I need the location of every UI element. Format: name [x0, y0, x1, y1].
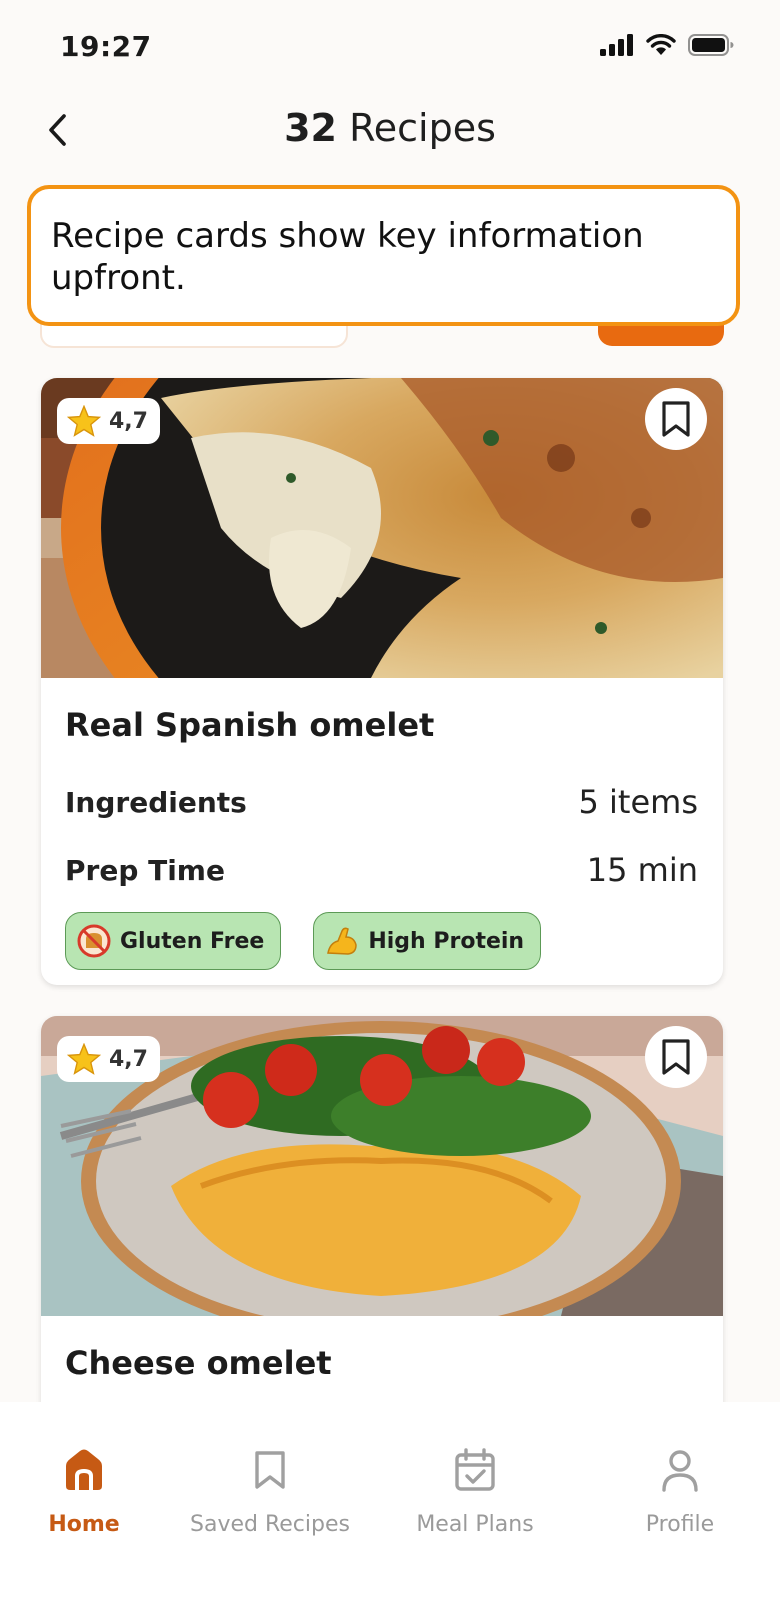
- recipe-image: 4,7: [41, 378, 723, 678]
- bottom-nav: Home Saved Recipes Meal Plans Profile: [0, 1402, 780, 1600]
- nav-label: Saved Recipes: [190, 1512, 350, 1537]
- ingredients-value: 5 items: [578, 783, 699, 821]
- tag-label: Gluten Free: [120, 928, 265, 954]
- nav-item-home[interactable]: Home: [0, 1446, 184, 1537]
- rating-badge: 4,7: [57, 398, 160, 444]
- prep-time-row: Prep Time 15 min: [65, 836, 698, 904]
- rating-value: 4,7: [109, 408, 148, 434]
- recipe-card[interactable]: 4,7 Real Spanish omelet Ingredients 5 it…: [41, 378, 723, 985]
- no-bread-icon: [76, 923, 112, 959]
- nav-label: Profile: [645, 1512, 715, 1537]
- rating-badge: 4,7: [57, 1036, 160, 1082]
- star-icon: [67, 405, 101, 437]
- prep-time-label: Prep Time: [65, 853, 225, 887]
- nav-label: Home: [48, 1512, 120, 1537]
- prep-time-value: 15 min: [586, 851, 698, 889]
- bookmark-button[interactable]: [645, 388, 707, 450]
- tutorial-callout: Recipe cards show key information upfron…: [27, 185, 740, 326]
- status-time: 19:27: [60, 30, 152, 63]
- recipe-card-body: Real Spanish omelet Ingredients 5 items …: [41, 678, 723, 970]
- bookmark-icon: [662, 401, 690, 437]
- page-title: 32 Recipes: [0, 106, 780, 150]
- rating-value: 4,7: [109, 1046, 148, 1072]
- bookmark-icon: [662, 1039, 690, 1075]
- recipe-count: 32: [284, 106, 337, 150]
- star-icon: [67, 1043, 101, 1075]
- header: 32 Recipes: [0, 96, 780, 166]
- tag-high-protein[interactable]: High Protein: [313, 912, 542, 970]
- calendar-check-icon: [375, 1446, 575, 1494]
- ingredients-row: Ingredients 5 items: [65, 768, 698, 836]
- signal-icon: [600, 34, 633, 56]
- flexed-arm-icon: [324, 923, 360, 959]
- bookmark-button[interactable]: [645, 1026, 707, 1088]
- recipe-title: Real Spanish omelet: [65, 706, 435, 744]
- nav-item-profile[interactable]: Profile: [580, 1446, 780, 1537]
- recipe-card[interactable]: 4,7 Cheese omelet: [41, 1016, 723, 1436]
- status-icons: [600, 34, 734, 56]
- tag-label: High Protein: [368, 928, 525, 954]
- status-bar: 19:27: [0, 0, 780, 96]
- tag-gluten-free[interactable]: Gluten Free: [65, 912, 282, 970]
- nav-item-meal-plans[interactable]: Meal Plans: [375, 1446, 575, 1537]
- recipe-image: 4,7: [41, 1016, 723, 1316]
- person-icon: [580, 1446, 780, 1494]
- bookmark-icon: [170, 1446, 370, 1494]
- wifi-icon: [646, 34, 676, 55]
- home-icon: [0, 1446, 184, 1494]
- ingredients-label: Ingredients: [65, 785, 247, 819]
- recipe-card-body: Cheese omelet: [41, 1316, 723, 1382]
- battery-icon: [688, 34, 734, 56]
- page-title-suffix: Recipes: [336, 106, 496, 150]
- diet-tags: Gluten Free High Protein: [65, 912, 698, 970]
- nav-label: Meal Plans: [416, 1512, 534, 1537]
- nav-item-saved-recipes[interactable]: Saved Recipes: [170, 1446, 370, 1537]
- recipe-title: Cheese omelet: [65, 1344, 332, 1382]
